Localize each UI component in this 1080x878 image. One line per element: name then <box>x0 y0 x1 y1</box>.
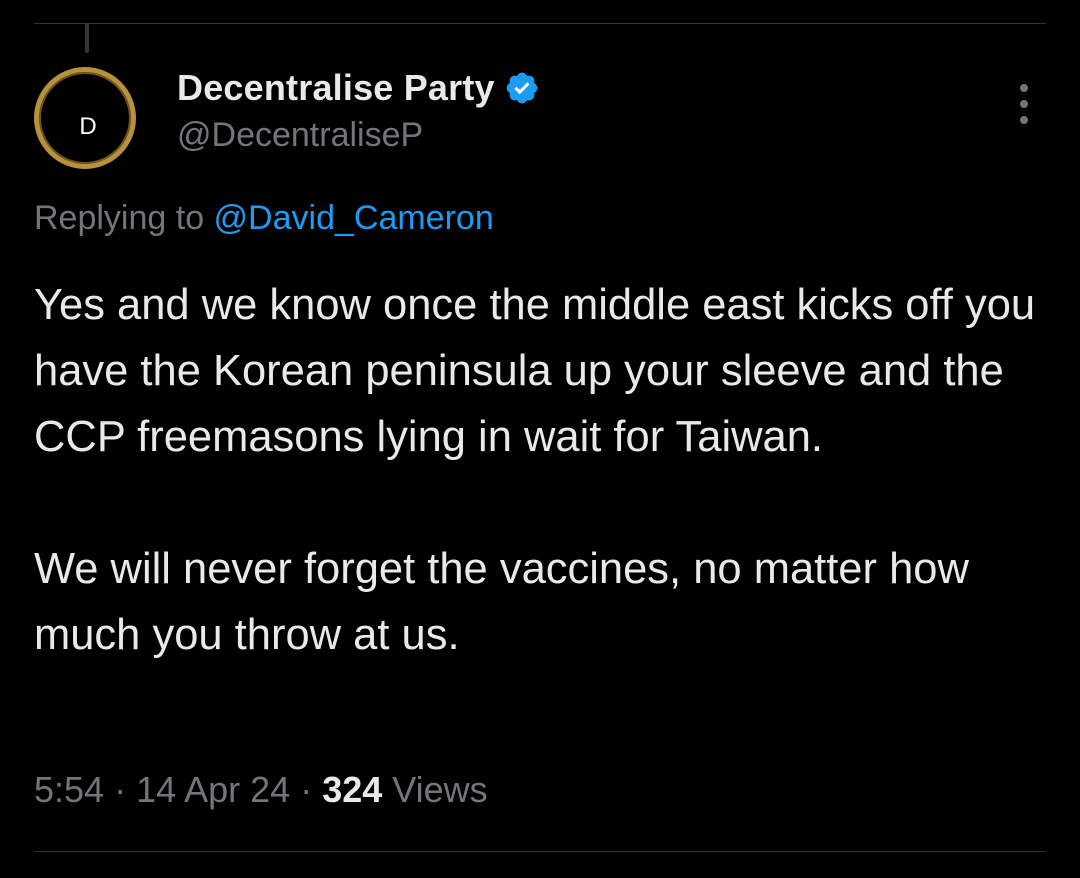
meta-separator: · <box>290 769 323 810</box>
reply-context: Replying to @David_Cameron <box>34 199 494 238</box>
verified-badge-icon[interactable] <box>504 70 540 106</box>
author-handle[interactable]: @DecentraliseP <box>177 116 423 155</box>
meta-separator: · <box>104 769 137 810</box>
tweet-paragraph: We will never forget the vaccines, no ma… <box>34 545 969 659</box>
reply-mention-link[interactable]: @David_Cameron <box>214 199 494 237</box>
avatar-letter: D <box>79 113 97 140</box>
author-display-name[interactable]: Decentralise Party <box>177 67 495 109</box>
views-label: Views <box>382 769 488 810</box>
more-dot <box>1020 116 1028 124</box>
more-options-icon[interactable] <box>1012 84 1036 124</box>
more-dot <box>1020 100 1028 108</box>
views-count[interactable]: 324 <box>322 769 382 810</box>
thread-connector-line <box>85 23 89 53</box>
author-name-row: Decentralise Party <box>177 64 540 112</box>
top-divider <box>34 23 1046 24</box>
avatar[interactable]: D <box>34 67 136 169</box>
reply-context-prefix: Replying to <box>34 199 214 237</box>
tweet-meta: 5:54 · 14 Apr 24 · 324 Views <box>34 769 488 811</box>
tweet-paragraph: Yes and we know once the middle east kic… <box>34 281 1036 461</box>
tweet-time[interactable]: 5:54 <box>34 769 104 810</box>
more-dot <box>1020 84 1028 92</box>
tweet-date[interactable]: 14 Apr 24 <box>136 769 290 810</box>
tweet-text: Yes and we know once the middle east kic… <box>34 272 1044 668</box>
bottom-divider <box>34 851 1046 852</box>
